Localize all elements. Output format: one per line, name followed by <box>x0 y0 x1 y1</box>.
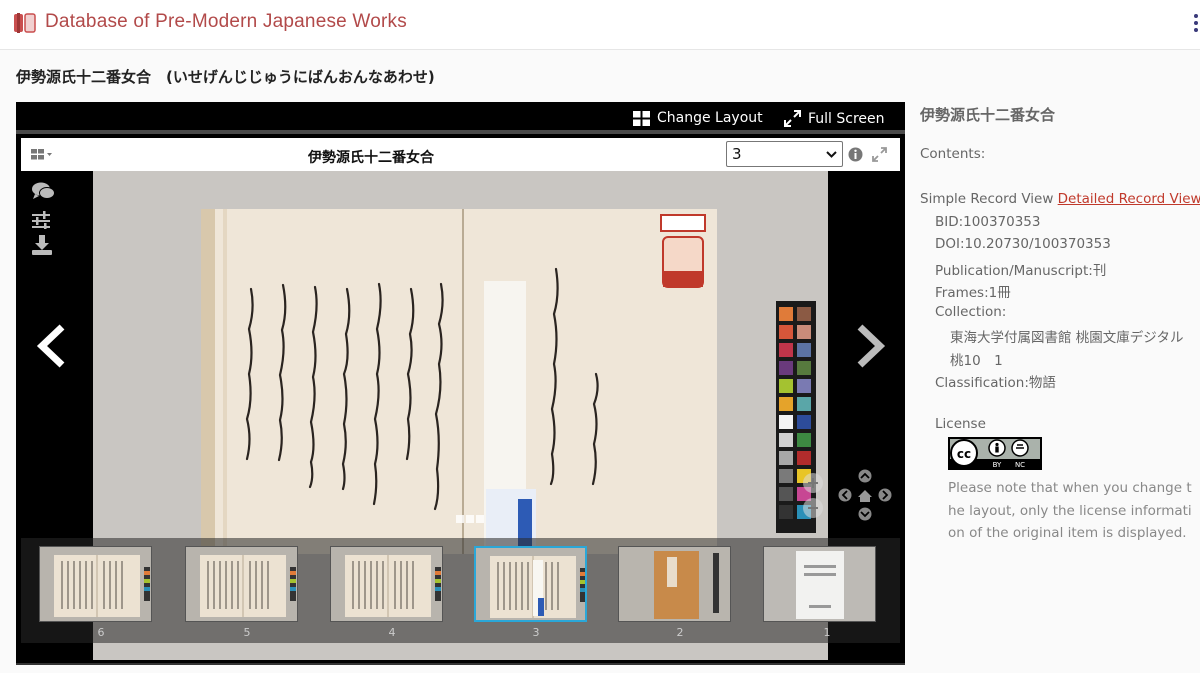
thumbnail-6[interactable] <box>39 546 152 622</box>
thumbnail-4[interactable] <box>330 546 443 622</box>
change-layout-label: Change Layout <box>657 110 763 126</box>
collection-line-2: 桃10 1 <box>950 353 1003 369</box>
expand-arrows-icon <box>784 110 801 127</box>
thumbnail-5[interactable] <box>185 546 298 622</box>
svg-text:cc: cc <box>957 447 971 461</box>
open-book-image <box>201 209 717 554</box>
download-icon[interactable] <box>31 235 53 255</box>
frame-select-value: 3 <box>732 145 742 163</box>
change-layout-button[interactable]: Change Layout <box>633 110 763 126</box>
collection-label: Collection: <box>935 304 1007 320</box>
fullscreen-icon[interactable] <box>872 147 887 162</box>
image-viewer: Change Layout Full Screen 伊勢源氏十二番女合 3 6 … <box>16 102 905 665</box>
thumbnail-number: 3 <box>532 626 540 639</box>
chevron-down-icon <box>826 151 837 158</box>
info-icon[interactable] <box>848 147 863 162</box>
thumbnail-strip: 6 5 4 3 2 1 <box>21 538 900 643</box>
thumbnail-2[interactable] <box>618 546 731 622</box>
zoom-controls[interactable] <box>800 471 826 521</box>
svg-text:BY: BY <box>993 461 1002 469</box>
adjust-sliders-icon[interactable] <box>31 211 51 229</box>
cc-by-nc-license-icon[interactable]: cc BY NC <box>948 437 1042 470</box>
thumbnail-number: 5 <box>243 626 251 639</box>
book-scroll-icon[interactable] <box>13 12 37 34</box>
classification-field: Classification:物語 <box>935 375 1056 391</box>
thumbnail-1[interactable] <box>763 546 876 622</box>
bid-field: BID:100370353 <box>935 214 1041 230</box>
full-screen-label: Full Screen <box>808 110 885 127</box>
next-page-icon[interactable] <box>856 324 886 368</box>
toolbar-title: 伊勢源氏十二番女合 <box>308 150 434 166</box>
thumbnail-number: 2 <box>676 626 684 639</box>
full-screen-button[interactable]: Full Screen <box>784 110 885 127</box>
thumbnail-number: 1 <box>823 626 831 639</box>
svg-text:NC: NC <box>1015 461 1025 469</box>
frames-field: Frames:1冊 <box>935 285 1011 301</box>
frame-select[interactable]: 3 <box>726 141 843 167</box>
comment-icon[interactable] <box>31 181 55 201</box>
thumbnail-number: 6 <box>97 626 105 639</box>
page-title: 伊勢源氏十二番女合 (いせげんじじゅうにばんおんなあわせ) <box>16 68 435 86</box>
record-title: 伊勢源氏十二番女合 <box>920 106 1056 124</box>
more-menu-icon[interactable] <box>1194 14 1200 34</box>
publication-field: Publication/Manuscript:刊 <box>935 263 1107 279</box>
pan-home-controls[interactable] <box>838 469 892 521</box>
collection-line-1: 東海大学付属図書館 桃園文庫デジタル <box>950 330 1184 346</box>
thumbnail-number: 4 <box>388 626 396 639</box>
doi-field: DOI:10.20730/100370353 <box>935 236 1111 252</box>
license-label: License <box>935 416 986 432</box>
site-title[interactable]: Database of Pre-Modern Japanese Works <box>45 11 407 33</box>
site-header: Database of Pre-Modern Japanese Works <box>0 0 1200 50</box>
thumbnail-3[interactable] <box>474 546 587 622</box>
page: Database of Pre-Modern Japanese Works 伊勢… <box>0 0 1200 673</box>
simple-view-label: Simple Record View <box>920 191 1054 207</box>
viewer-topbar: Change Layout Full Screen <box>16 102 905 134</box>
loading-dots <box>456 515 484 523</box>
previous-page-icon[interactable] <box>36 324 66 368</box>
detailed-view-link[interactable]: Detailed Record View <box>1058 191 1200 207</box>
license-note: Please note that when you change the lay… <box>948 480 1192 541</box>
viewer-toolbar: 伊勢源氏十二番女合 3 <box>21 138 900 171</box>
grid-layout-icon <box>633 110 650 126</box>
record-view-switch: Simple Record View Detailed Record View <box>920 191 1200 207</box>
contents-label: Contents: <box>920 146 986 162</box>
